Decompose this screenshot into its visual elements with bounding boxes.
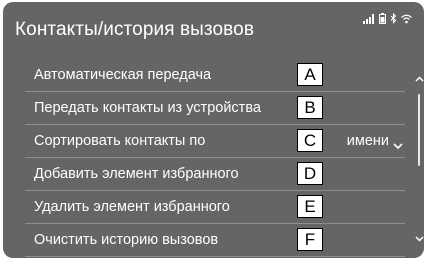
auto-transfer-item[interactable]: Автоматическая передача A [25, 59, 405, 92]
scroll-up-icon[interactable] [415, 69, 424, 87]
bluetooth-icon [390, 13, 397, 24]
scrollbar-thumb[interactable] [418, 94, 420, 166]
callout-tag: E [297, 195, 323, 218]
list-item-label: Автоматическая передача [34, 67, 212, 83]
battery-icon [379, 13, 386, 24]
page-title: Контакты/история вызовов [15, 19, 255, 40]
add-favorite-item[interactable]: Добавить элемент избранного D [25, 158, 405, 191]
callout-tag: C [297, 129, 323, 152]
transfer-contacts-item[interactable]: Передать контакты из устройства B [25, 92, 405, 125]
chevron-down-icon[interactable] [393, 137, 403, 155]
list-item-label: Очистить историю вызовов [34, 232, 219, 248]
scrollbar[interactable] [414, 62, 424, 252]
settings-list: Автоматическая передача A Передать конта… [25, 59, 405, 257]
list-item-label: Передать контакты из устройства [34, 100, 261, 116]
sort-value[interactable]: имени [347, 133, 389, 149]
list-item-label: Добавить элемент избранного [34, 166, 239, 182]
callout-tag: D [297, 162, 323, 185]
settings-screen: Контакты/история вызовов Автоматическая … [3, 2, 424, 258]
sort-contacts-item[interactable]: Сортировать контакты по C имени [25, 125, 405, 158]
callout-tag: A [297, 63, 323, 86]
delete-favorite-item[interactable]: Удалить элемент избранного E [25, 191, 405, 224]
scroll-down-icon[interactable] [415, 229, 424, 247]
list-item-label: Удалить элемент избранного [34, 199, 230, 215]
callout-tag: B [297, 96, 323, 119]
callout-tag: F [297, 228, 323, 251]
wifi-icon [401, 14, 412, 24]
status-bar [363, 13, 412, 24]
signal-icon [363, 14, 375, 24]
list-item-label: Сортировать контакты по [34, 133, 206, 149]
chevron-down-icon [201, 252, 223, 258]
